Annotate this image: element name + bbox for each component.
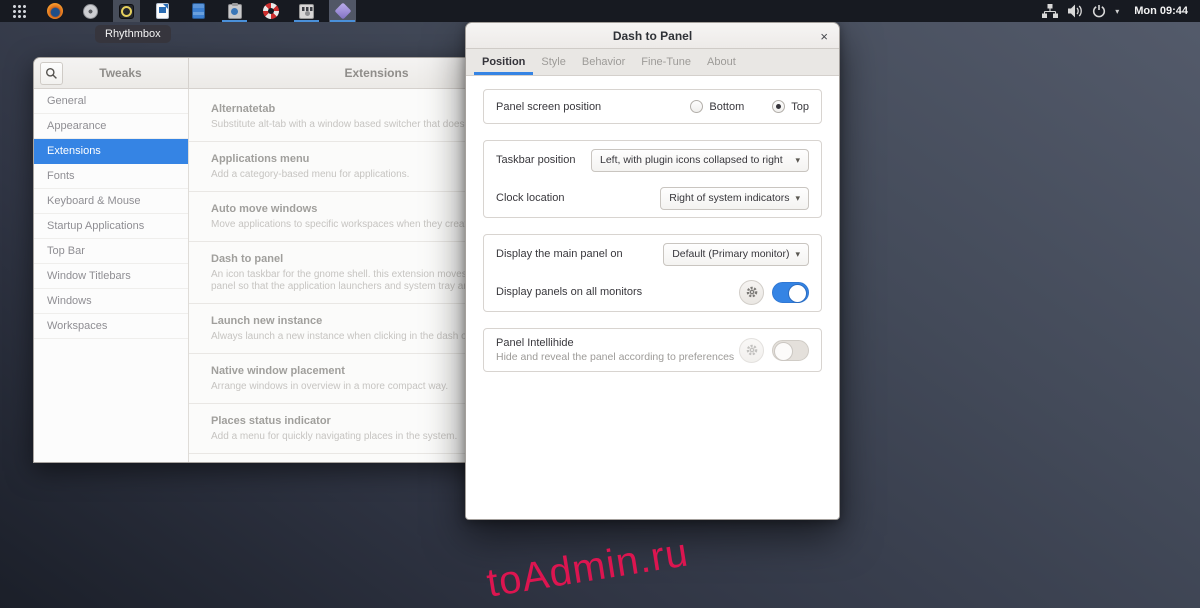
dropdown-caret-icon: ▾ (795, 192, 800, 203)
tweaks-sidebar: General Appearance Extensions Fonts Keyb… (34, 89, 189, 462)
radio-top[interactable]: Top (772, 100, 809, 113)
dash-to-panel-dialog: Dash to Panel × Position Style Behavior … (465, 22, 840, 520)
clock-location-dropdown[interactable]: Right of system indicators ▾ (660, 186, 809, 210)
radio-top-icon (772, 100, 786, 113)
intellihide-controls (739, 337, 809, 363)
dialog-title: Dash to Panel (612, 28, 693, 43)
cash-register-button[interactable] (293, 0, 320, 22)
extensions-app-button[interactable] (329, 0, 356, 22)
tweaks-headerbar-left: Tweaks (34, 58, 189, 88)
sidebar-item-extensions[interactable]: Extensions (34, 139, 188, 164)
panel-position-card: Panel screen position Bottom Top (483, 89, 822, 124)
tab-position[interactable]: Position (474, 49, 533, 75)
intellihide-row: Panel Intellihide Hide and reveal the pa… (484, 329, 821, 371)
intellihide-sublabel: Hide and reveal the panel according to p… (496, 351, 735, 363)
rhythmbox-icon (119, 3, 134, 19)
display-all-monitors-controls (739, 279, 809, 305)
display-main-panel-label: Display the main panel on (496, 248, 623, 260)
display-all-monitors-row: Display panels on all monitors (484, 273, 821, 311)
help-lifebuoy-icon (262, 3, 279, 19)
search-button[interactable] (40, 61, 63, 85)
volume-icon (1068, 4, 1083, 18)
taskbar-app-list (0, 0, 365, 22)
intellihide-card: Panel Intellihide Hide and reveal the pa… (483, 328, 822, 372)
sidebar-item-top-bar[interactable]: Top Bar (34, 239, 188, 264)
intellihide-labels: Panel Intellihide Hide and reveal the pa… (496, 337, 734, 363)
sidebar-item-fonts[interactable]: Fonts (34, 164, 188, 189)
sidebar-item-appearance[interactable]: Appearance (34, 114, 188, 139)
clock-label[interactable]: Mon 09:44 (1134, 5, 1188, 17)
dialog-content: Panel screen position Bottom Top Taskbar… (466, 76, 839, 519)
taskbar-position-label: Taskbar position (496, 154, 576, 166)
file-manager-button[interactable] (185, 0, 212, 22)
gear-icon (746, 286, 757, 298)
libreoffice-writer-icon (156, 3, 169, 19)
app-grid-button[interactable] (5, 0, 32, 22)
sidebar-item-startup-applications[interactable]: Startup Applications (34, 214, 188, 239)
dropdown-caret-icon: ▾ (795, 154, 800, 165)
watermark: toAdmin.ru (483, 530, 692, 606)
media-disc-button[interactable] (77, 0, 104, 22)
gear-icon (746, 344, 757, 356)
panel-position-radio-group: Bottom Top (690, 100, 809, 113)
display-all-monitors-toggle[interactable] (772, 281, 809, 303)
power-icon (1093, 5, 1106, 18)
panel-screen-position-row: Panel screen position Bottom Top (484, 90, 821, 123)
radio-bottom[interactable]: Bottom (690, 100, 744, 113)
sidebar-item-keyboard-mouse[interactable]: Keyboard & Mouse (34, 189, 188, 214)
tab-about[interactable]: About (699, 49, 744, 75)
system-status-area[interactable]: ▾ Mon 09:44 (1042, 0, 1200, 22)
file-manager-icon (192, 3, 205, 19)
display-main-panel-row: Display the main panel on Default (Prima… (484, 235, 821, 273)
taskbar-clock-card: Taskbar position Left, with plugin icons… (483, 140, 822, 218)
tweaks-window-title: Tweaks (99, 66, 142, 80)
panel-screen-position-label: Panel screen position (496, 100, 602, 113)
media-disc-icon (83, 3, 98, 19)
extensions-diamond-icon (334, 2, 351, 20)
screenshot-tool-button[interactable] (221, 0, 248, 22)
display-main-panel-dropdown[interactable]: Default (Primary monitor) ▾ (663, 242, 809, 266)
display-all-monitors-label: Display panels on all monitors (496, 286, 643, 298)
taskbar-position-dropdown[interactable]: Left, with plugin icons collapsed to rig… (591, 148, 809, 172)
tab-fine-tune[interactable]: Fine-Tune (633, 49, 699, 75)
rhythmbox-tooltip: Rhythmbox (95, 25, 171, 43)
firefox-icon (46, 3, 63, 19)
tab-behavior[interactable]: Behavior (574, 49, 633, 75)
libreoffice-writer-button[interactable] (149, 0, 176, 22)
radio-bottom-icon (690, 100, 704, 113)
screenshot-tool-icon (227, 2, 242, 19)
cash-register-icon (299, 3, 314, 19)
intellihide-settings-button[interactable] (739, 337, 764, 363)
intellihide-label: Panel Intellihide (496, 337, 574, 349)
sidebar-item-general[interactable]: General (34, 89, 188, 114)
dialog-tab-bar: Position Style Behavior Fine-Tune About (466, 49, 839, 76)
chevron-down-icon: ▾ (1115, 6, 1120, 16)
firefox-button[interactable] (41, 0, 68, 22)
display-all-monitors-settings-button[interactable] (739, 279, 764, 305)
help-button[interactable] (257, 0, 284, 22)
sidebar-item-windows[interactable]: Windows (34, 289, 188, 314)
sidebar-item-workspaces[interactable]: Workspaces (34, 314, 188, 339)
app-grid-icon (11, 4, 26, 18)
tab-style[interactable]: Style (533, 49, 573, 75)
taskbar-position-row: Taskbar position Left, with plugin icons… (484, 141, 821, 179)
monitors-card: Display the main panel on Default (Prima… (483, 234, 822, 312)
sidebar-item-window-titlebars[interactable]: Window Titlebars (34, 264, 188, 289)
top-panel: ▾ Mon 09:44 (0, 0, 1200, 22)
dialog-titlebar: Dash to Panel × (466, 23, 839, 49)
close-button[interactable]: × (820, 23, 828, 49)
rhythmbox-button[interactable] (113, 0, 140, 22)
dropdown-caret-icon: ▾ (795, 248, 800, 259)
clock-location-row: Clock location Right of system indicator… (484, 179, 821, 217)
clock-location-label: Clock location (496, 192, 565, 204)
network-icon (1042, 4, 1059, 18)
intellihide-toggle[interactable] (772, 339, 809, 361)
search-icon (46, 67, 57, 79)
